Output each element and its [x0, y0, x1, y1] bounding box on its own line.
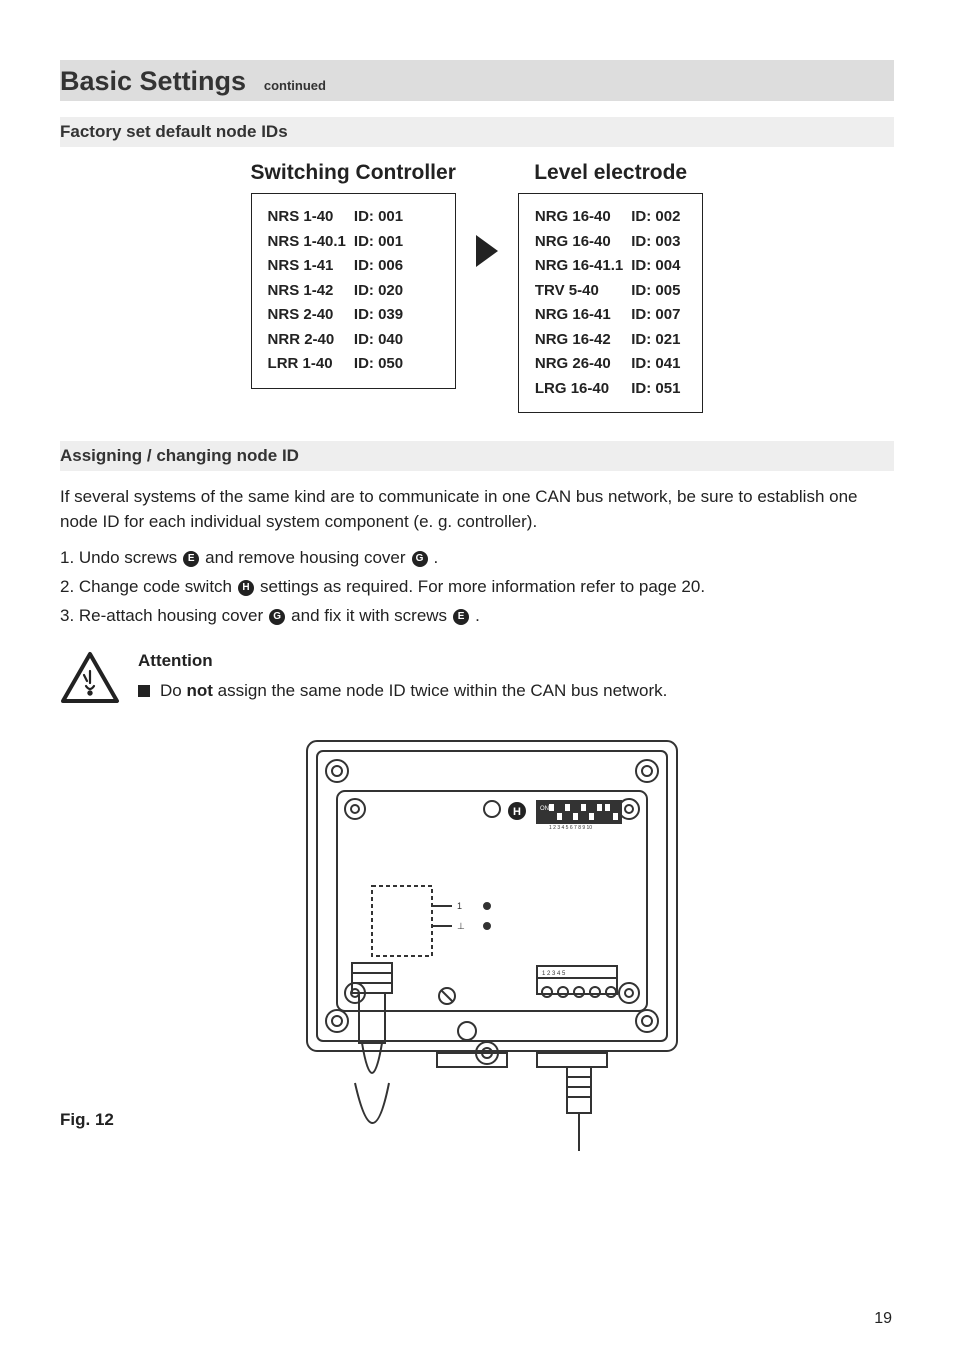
table-row: NRG 16-40ID: 002	[535, 206, 687, 229]
attention-block: Attention Do not assign the same node ID…	[60, 651, 894, 705]
ref-g-icon: G	[269, 609, 285, 625]
step-2: 2. Change code switch H settings as requ…	[60, 573, 894, 602]
assign-heading-bar: Assigning / changing node ID	[60, 441, 894, 471]
table-row: NRS 1-42ID: 020	[268, 280, 410, 303]
ref-g-icon: G	[412, 551, 428, 567]
arrow-icon	[476, 161, 498, 341]
section-continued: continued	[264, 78, 326, 93]
controller-table: NRS 1-40ID: 001 NRS 1-40.1ID: 001 NRS 1-…	[251, 193, 456, 389]
table-row: NRG 16-41.1ID: 004	[535, 255, 687, 278]
electrode-heading: Level electrode	[518, 161, 704, 185]
controller-heading: Switching Controller	[251, 161, 456, 185]
attention-text: Do not assign the same node ID twice wit…	[138, 681, 667, 701]
table-row: NRG 26-40ID: 041	[535, 353, 687, 376]
table-row: LRG 16-40ID: 051	[535, 378, 687, 401]
device-diagram: ON 1 2 3 4 5 6 7 8 9 10 1 2 3 4 5 H 1 ⊥	[237, 731, 717, 1161]
figure-caption: Fig. 12	[60, 1110, 114, 1130]
bullet-icon	[138, 685, 150, 697]
section-title: Basic Settings	[60, 66, 246, 96]
step-3: 3. Re-attach housing cover G and fix it …	[60, 602, 894, 631]
table-row: NRS 1-40.1ID: 001	[268, 231, 410, 254]
assign-heading: Assigning / changing node ID	[60, 446, 299, 465]
assign-steps: 1. Undo screws E and remove housing cove…	[60, 544, 894, 631]
svg-text:ON: ON	[540, 806, 549, 812]
table-row: LRR 1-40ID: 050	[268, 353, 410, 376]
factory-heading-bar: Factory set default node IDs	[60, 117, 894, 147]
figure-12: Fig. 12	[60, 731, 894, 1166]
table-row: NRS 2-40ID: 039	[268, 304, 410, 327]
svg-text:1 2 3 4 5 6 7 8 9 10: 1 2 3 4 5 6 7 8 9 10	[549, 825, 592, 831]
ref-e-icon: E	[183, 551, 199, 567]
table-row: NRS 1-40ID: 001	[268, 206, 410, 229]
assign-intro: If several systems of the same kind are …	[60, 485, 894, 534]
step-1: 1. Undo screws E and remove housing cove…	[60, 544, 894, 573]
svg-text:⊥: ⊥	[457, 921, 465, 931]
node-id-tables: Switching Controller NRS 1-40ID: 001 NRS…	[60, 161, 894, 413]
table-row: NRS 1-41ID: 006	[268, 255, 410, 278]
table-row: NRG 16-42ID: 021	[535, 329, 687, 352]
attention-icon	[60, 651, 120, 705]
attention-title: Attention	[138, 651, 667, 671]
ref-e-icon: E	[453, 609, 469, 625]
page-number: 19	[874, 1310, 892, 1328]
svg-text:H: H	[513, 806, 521, 818]
table-row: NRG 16-41ID: 007	[535, 304, 687, 327]
section-heading-bar: Basic Settings continued	[60, 60, 894, 101]
svg-text:1 2 3 4 5: 1 2 3 4 5	[542, 971, 566, 977]
svg-text:1: 1	[457, 901, 462, 911]
ref-h-icon: H	[238, 580, 254, 596]
table-row: NRR 2-40ID: 040	[268, 329, 410, 352]
table-row: TRV 5-40ID: 005	[535, 280, 687, 303]
factory-heading: Factory set default node IDs	[60, 122, 288, 141]
table-row: NRG 16-40ID: 003	[535, 231, 687, 254]
electrode-table: NRG 16-40ID: 002 NRG 16-40ID: 003 NRG 16…	[518, 193, 704, 413]
